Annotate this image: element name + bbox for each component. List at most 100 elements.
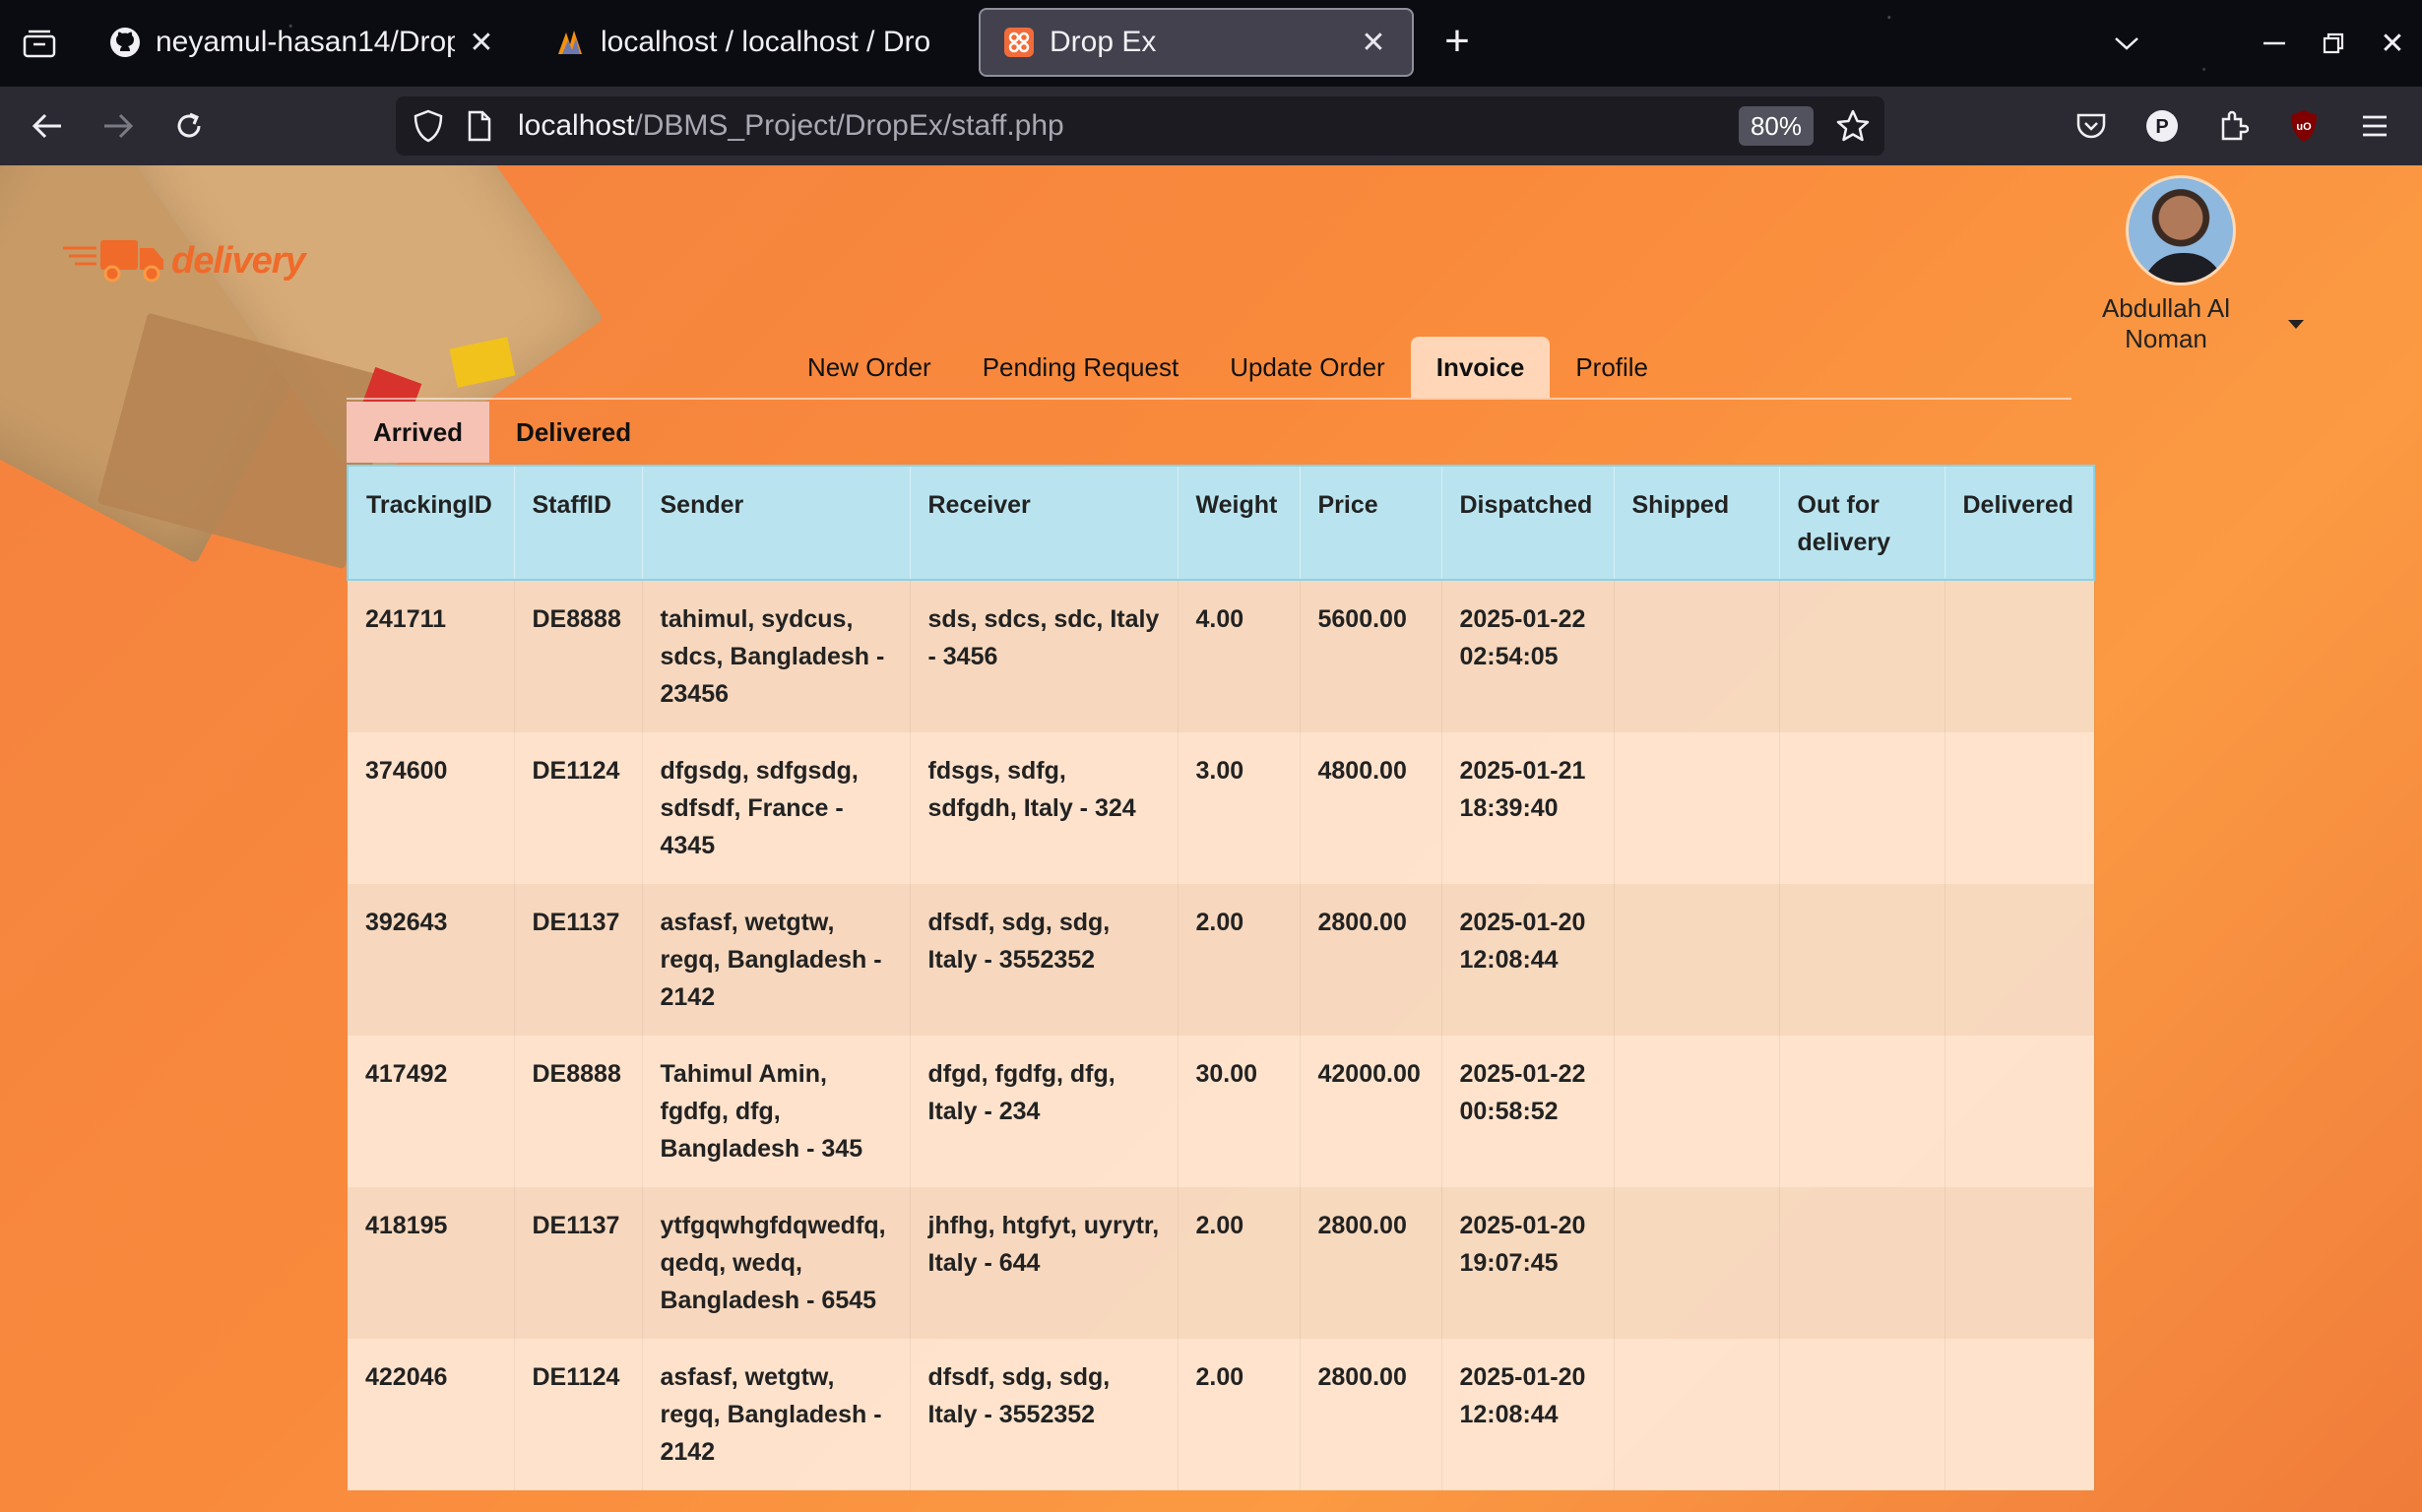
invoice-table: TrackingID StaffID Sender Receiver Weigh…: [347, 465, 2095, 1490]
cell-delivered: [1944, 1036, 2095, 1187]
list-all-tabs-icon[interactable]: [2105, 22, 2148, 65]
cell-price: 2800.00: [1300, 1339, 1442, 1490]
zoom-level-badge[interactable]: 80%: [1739, 106, 1814, 146]
table-row[interactable]: 374600 DE1124 dfgsdg, sdfgsdg, sdfsdf, F…: [348, 732, 2095, 884]
browser-tab-phpmyadmin[interactable]: localhost / localhost / Dro: [532, 8, 965, 77]
url-bar[interactable]: localhost/DBMS_Project/DropEx/staff.php …: [396, 96, 1884, 156]
cell-delivered: [1944, 1339, 2095, 1490]
cell-tracking-id: 374600: [348, 732, 515, 884]
column-header[interactable]: Shipped: [1614, 466, 1780, 580]
cell-receiver: dfgd, fgdfg, dfg, Italy - 234: [910, 1036, 1179, 1187]
svg-text:uO: uO: [2296, 121, 2312, 133]
column-header[interactable]: Weight: [1178, 466, 1301, 580]
nav-pending-request[interactable]: Pending Request: [957, 337, 1204, 398]
tab-arrived[interactable]: Arrived: [347, 402, 490, 463]
avatar[interactable]: [2126, 175, 2236, 285]
restore-icon[interactable]: [2312, 22, 2355, 65]
shield-icon[interactable]: [412, 108, 445, 149]
cell-dispatched: 2025-01-22 00:58:52: [1441, 1036, 1615, 1187]
back-icon[interactable]: [24, 102, 71, 150]
url-path: /DBMS_Project/DropEx/staff.php: [634, 109, 1064, 142]
cell-out-for-delivery: [1779, 1187, 1945, 1339]
cell-tracking-id: 422046: [348, 1339, 515, 1490]
tab-delivered[interactable]: Delivered: [489, 402, 658, 463]
cell-shipped: [1614, 1187, 1780, 1339]
nav-divider: [347, 398, 2071, 400]
page-icon[interactable]: [467, 110, 492, 147]
cell-tracking-id: 417492: [348, 1036, 515, 1187]
cell-out-for-delivery: [1779, 1036, 1945, 1187]
cell-staff-id: DE8888: [514, 1036, 643, 1187]
cell-delivered: [1944, 1187, 2095, 1339]
cell-sender: ytfgqwhgfdqwedfq, qedq, wedq, Bangladesh…: [642, 1187, 911, 1339]
table-header-row: TrackingID StaffID Sender Receiver Weigh…: [348, 466, 2095, 580]
cell-tracking-id: 241711: [348, 580, 515, 732]
close-window-icon[interactable]: ✕: [2371, 22, 2414, 65]
column-header[interactable]: Price: [1300, 466, 1442, 580]
url-text[interactable]: localhost/DBMS_Project/DropEx/staff.php: [518, 109, 1064, 143]
column-header[interactable]: Sender: [642, 466, 911, 580]
delivery-truck-icon: [63, 234, 165, 288]
minimize-icon[interactable]: [2253, 22, 2296, 65]
cell-dispatched: 2025-01-22 02:54:05: [1441, 580, 1615, 732]
cell-out-for-delivery: [1779, 580, 1945, 732]
url-host: localhost: [518, 109, 635, 142]
user-menu-toggle[interactable]: Abdullah Al Noman: [2058, 293, 2304, 354]
cell-sender: asfasf, wetgtw, regq, Bangladesh - 2142: [642, 884, 911, 1036]
profile-p-icon[interactable]: P: [2138, 102, 2186, 150]
cell-price: 42000.00: [1300, 1036, 1442, 1187]
user-name: Abdullah Al Noman: [2101, 293, 2231, 353]
cell-price: 5600.00: [1300, 580, 1442, 732]
browser-tab-dropex[interactable]: Drop Ex ✕: [979, 8, 1414, 77]
tab-list-icon[interactable]: [14, 22, 65, 65]
pocket-icon[interactable]: [2068, 102, 2115, 150]
column-header[interactable]: StaffID: [514, 466, 643, 580]
table-row[interactable]: 422046 DE1124 asfasf, wetgtw, regq, Bang…: [348, 1339, 2095, 1490]
column-header[interactable]: Dispatched: [1441, 466, 1615, 580]
cell-staff-id: DE8888: [514, 580, 643, 732]
logo-text: delivery: [171, 240, 306, 282]
forward-icon[interactable]: [95, 102, 142, 150]
cell-receiver: dfsdf, sdg, sdg, Italy - 3552352: [910, 884, 1179, 1036]
nav-update-order[interactable]: Update Order: [1204, 337, 1411, 398]
nav-new-order[interactable]: New Order: [782, 337, 957, 398]
table-row[interactable]: 392643 DE1137 asfasf, wetgtw, regq, Bang…: [348, 884, 2095, 1036]
new-tab-button[interactable]: +: [1435, 20, 1479, 65]
site-logo[interactable]: delivery: [63, 234, 306, 288]
cell-receiver: jhfhg, htgfyt, uyrytr, Italy - 644: [910, 1187, 1179, 1339]
close-tab-icon[interactable]: ✕: [465, 26, 498, 59]
browser-tab-github[interactable]: neyamul-hasan14/DropEx ✕: [87, 8, 520, 77]
column-header[interactable]: Delivered: [1944, 466, 2095, 580]
cell-delivered: [1944, 884, 2095, 1036]
cell-delivered: [1944, 732, 2095, 884]
nav-profile[interactable]: Profile: [1550, 337, 1674, 398]
table-row[interactable]: 241711 DE8888 tahimul, sydcus, sdcs, Ban…: [348, 580, 2095, 732]
nav-invoice[interactable]: Invoice: [1410, 337, 1551, 398]
phpmyadmin-icon: [553, 26, 587, 59]
cell-receiver: sds, sdcs, sdc, Italy - 3456: [910, 580, 1179, 732]
github-icon: [108, 26, 142, 59]
ublock-icon[interactable]: uO: [2280, 102, 2327, 150]
reload-icon[interactable]: [165, 102, 213, 150]
table-row[interactable]: 417492 DE8888 Tahimul Amin, fgdfg, dfg, …: [348, 1036, 2095, 1187]
cell-out-for-delivery: [1779, 732, 1945, 884]
dropex-favicon: [1002, 26, 1036, 59]
cell-receiver: fdsgs, sdfg, sdfgdh, Italy - 324: [910, 732, 1179, 884]
cell-sender: asfasf, wetgtw, regq, Bangladesh - 2142: [642, 1339, 911, 1490]
cell-sender: Tahimul Amin, fgdfg, dfg, Bangladesh - 3…: [642, 1036, 911, 1187]
cell-weight: 4.00: [1178, 580, 1301, 732]
column-header[interactable]: TrackingID: [348, 466, 515, 580]
table-row[interactable]: 418195 DE1137 ytfgqwhgfdqwedfq, qedq, we…: [348, 1187, 2095, 1339]
cell-delivered: [1944, 580, 2095, 732]
cell-staff-id: DE1124: [514, 1339, 643, 1490]
bookmark-star-icon[interactable]: [1835, 108, 1871, 149]
close-tab-icon[interactable]: ✕: [1357, 26, 1390, 59]
cell-weight: 2.00: [1178, 1187, 1301, 1339]
column-header[interactable]: Receiver: [910, 466, 1179, 580]
cell-price: 4800.00: [1300, 732, 1442, 884]
column-header[interactable]: Out for delivery: [1779, 466, 1945, 580]
app-menu-icon[interactable]: [2351, 102, 2398, 150]
user-profile[interactable]: Abdullah Al Noman: [2058, 175, 2304, 354]
extensions-icon[interactable]: [2209, 102, 2257, 150]
svg-text:P: P: [2155, 116, 2168, 138]
